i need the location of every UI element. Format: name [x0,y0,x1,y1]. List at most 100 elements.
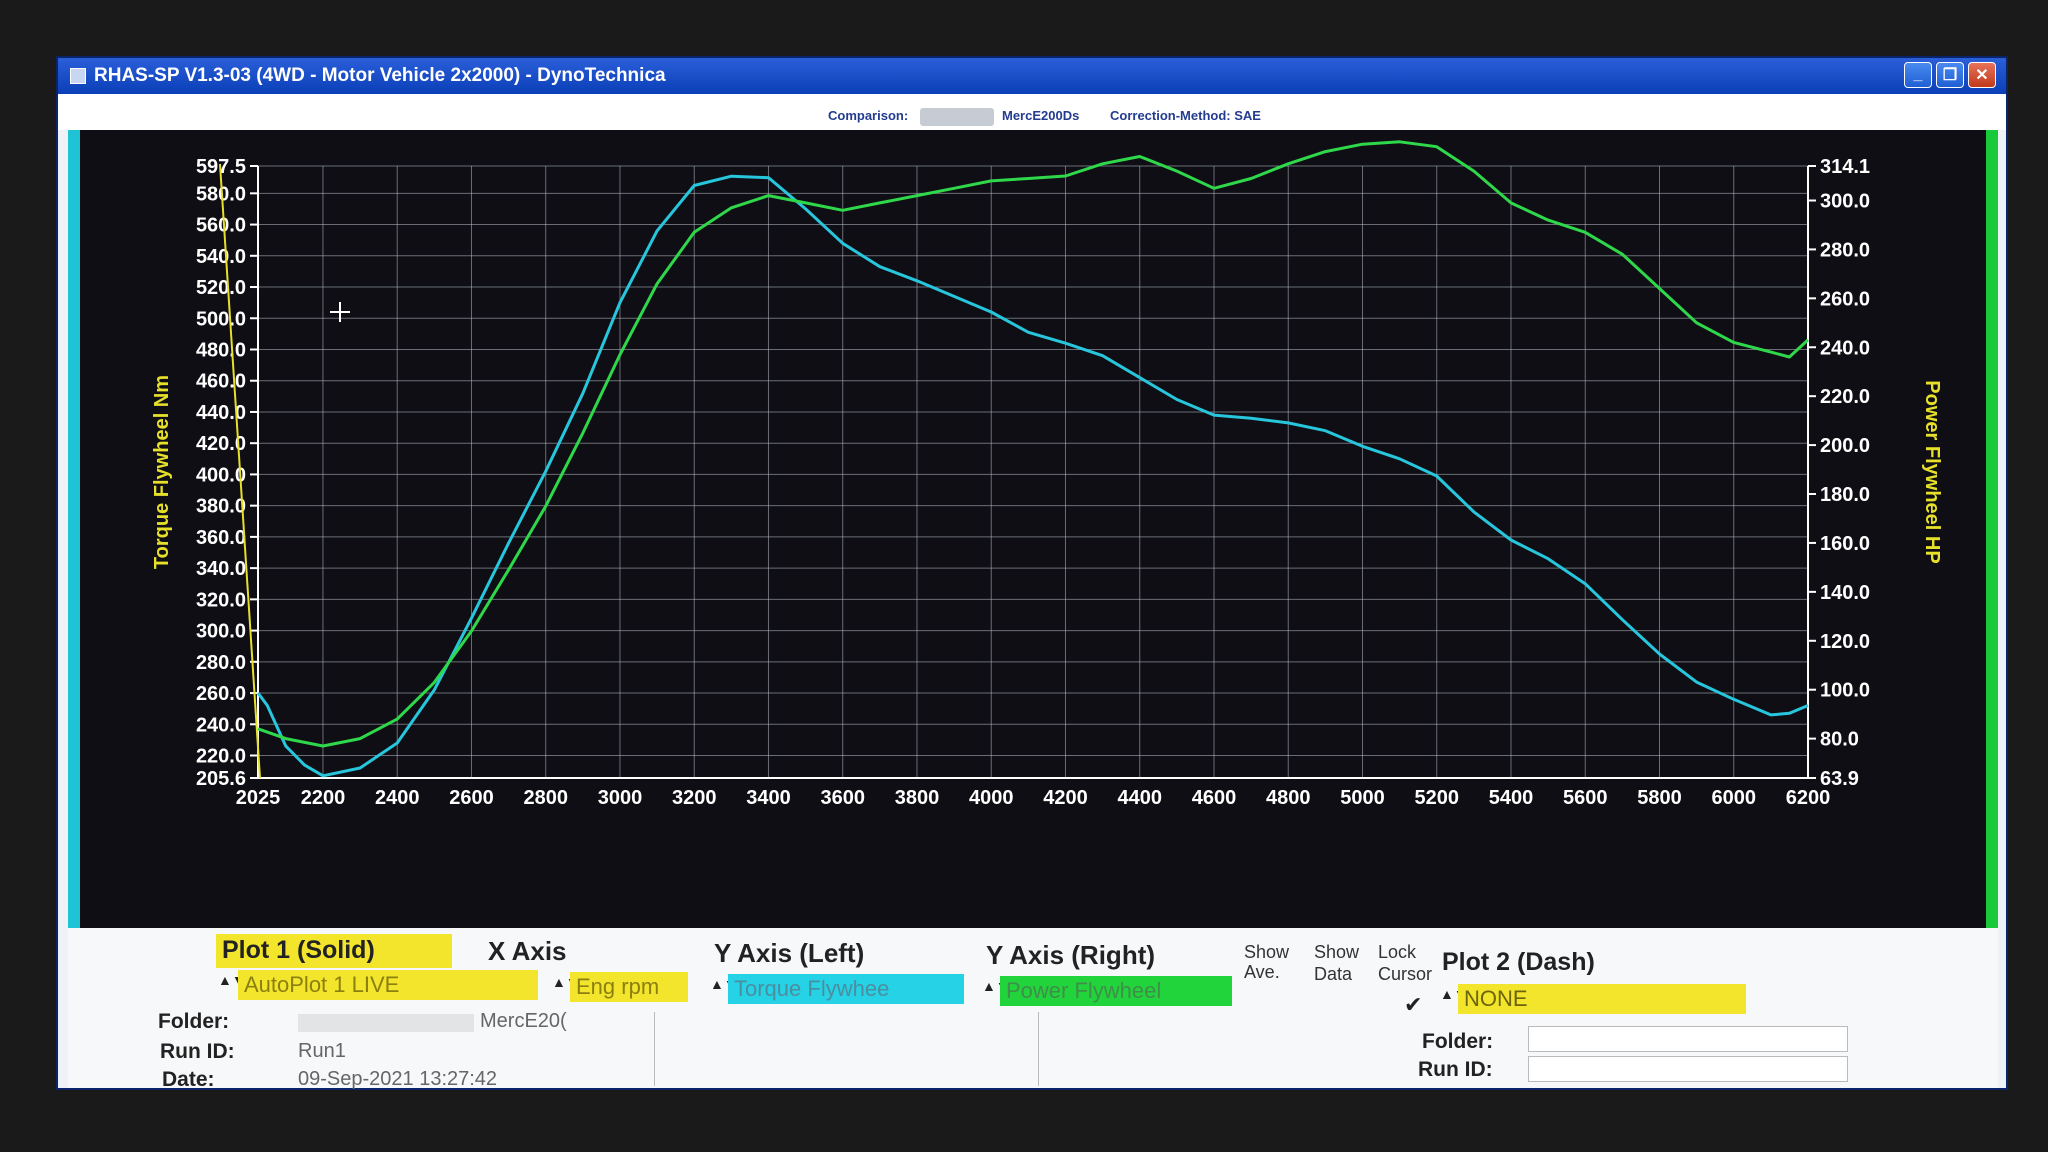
close-button[interactable]: ✕ [1968,62,1996,88]
y-left-tick-label-3: 540.0 [196,246,246,268]
y-left-tick-label-4: 520.0 [196,277,246,299]
y-right-tick-label-4: 240.0 [1820,337,1870,359]
x-tick-label-5: 3000 [598,787,643,809]
x-tick-label-12: 4400 [1117,787,1162,809]
show-data-label-line2: Data [1314,964,1353,984]
x-tick-label-10: 4000 [969,787,1014,809]
plot2-run-select-text: NONE [1464,986,1528,1011]
comparison-value: MercE200Ds [1002,108,1080,123]
x-tick-label-21: 6200 [1786,787,1831,809]
x-tick-label-18: 5600 [1563,787,1608,809]
plot1-run-select[interactable]: AutoPlot 1 LIVE [238,970,538,1000]
y-left-tick-label-17: 260.0 [196,683,246,705]
y-left-tick-label-15: 300.0 [196,621,246,643]
y-right-tick-label-3: 260.0 [1820,288,1870,310]
show-ave-label-line2: Ave. [1244,962,1280,982]
x-tick-label-9: 3800 [895,787,940,809]
y-left-tick-label-5: 500.0 [196,308,246,330]
y-right-tick-label-1: 300.0 [1820,190,1870,212]
y-axis-right-select-text: Power Flywheel [1006,978,1162,1003]
y-axis-right-spinner[interactable]: ▲▼ [982,979,1010,993]
y-left-tick-label-11: 380.0 [196,496,246,518]
plot2-run-id-label: Run ID: [1418,1058,1493,1081]
x-tick-label-13: 4600 [1192,787,1237,809]
y-axis-left-select-text: Torque Flywhee [734,976,890,1001]
dyno-chart[interactable]: 2025 2200 2400 2600 2800 3000 3200 3400 3600 3800… [68,130,1998,928]
y-right-tick-label-5: 220.0 [1820,386,1870,408]
info-strip: Comparison: MercE200Ds Correction-Method… [58,94,2006,130]
plot1-run-id-value: Run1 [298,1040,346,1062]
minimize-button[interactable]: _ [1904,62,1932,88]
y-right-tick-label-10: 120.0 [1820,631,1870,653]
plot-settings-panel: Plot 1 (Solid) ▲▼ AutoPlot 1 LIVE X Axis… [68,928,1998,1091]
x-tick-label-11: 4200 [1043,787,1088,809]
plot2-folder-field[interactable] [1528,1026,1848,1052]
app-icon [70,68,86,84]
title-bar[interactable]: RHAS-SP V1.3-03 (4WD - Motor Vehicle 2x2… [58,58,2006,94]
x-tick-label-2: 2400 [375,787,420,809]
x-tick-label-3: 2600 [449,787,494,809]
x-axis-select-text: Eng rpm [576,974,660,999]
x-axis-select[interactable]: Eng rpm [570,972,688,1002]
restore-button[interactable]: ❐ [1936,62,1964,88]
y-left-tick-label-7: 460.0 [196,371,246,393]
comparison-label: Comparison: [828,108,909,123]
y-axis-left-spinner[interactable]: ▲▼ [710,977,738,991]
y-right-tick-label-7: 180.0 [1820,484,1870,506]
x-tick-label-0: 2025 [236,787,281,809]
lock-cursor-label-line2: Cursor [1378,964,1433,984]
y-right-tick-label-6: 200.0 [1820,435,1870,457]
plot2-folder-label: Folder: [1422,1030,1494,1053]
plot1-run-id-label: Run ID: [160,1040,235,1063]
plot1-spinner[interactable]: ▲▼ [218,973,246,987]
y-right-axis-title: Power Flywheel HP [1921,380,1943,563]
y-right-tick-label-2: 280.0 [1820,239,1870,261]
y-left-tick-label-12: 360.0 [196,527,246,549]
y-left-tick-label-16: 280.0 [196,652,246,674]
plot1-date-label: Date: [162,1068,215,1091]
y-axis-right-select[interactable]: Power Flywheel [1000,976,1232,1006]
y-right-tick-label-0: 314.1 [1820,156,1870,178]
y-left-tick-label-6: 480.0 [196,339,246,361]
x-tick-label-19: 5800 [1637,787,1682,809]
window-title: RHAS-SP V1.3-03 (4WD - Motor Vehicle 2x2… [94,65,666,86]
x-axis-spinner[interactable]: ▲▼ [552,975,580,989]
y-axis-right-title: Y Axis (Right) [986,940,1156,970]
x-tick-label-14: 4800 [1266,787,1311,809]
plot1-folder-redacted [298,1014,474,1032]
chart-svg[interactable]: 2025 2200 2400 2600 2800 3000 3200 3400 3600 3800… [68,130,1998,928]
plot2-title: Plot 2 (Dash) [1442,948,1595,976]
x-tick-label-1: 2200 [301,787,346,809]
x-tick-label-6: 3200 [672,787,717,809]
y-right-tick-label-8: 160.0 [1820,533,1870,555]
plot2-run-select[interactable]: NONE [1458,984,1746,1014]
y-right-tick-label-13: 63.9 [1820,768,1859,790]
y-left-tick-label-18: 240.0 [196,714,246,736]
lock-cursor-label-line1: Lock [1378,942,1417,962]
y-left-axis-title: Torque Flywheel Nm [151,375,173,569]
y-axis-left-select[interactable]: Torque Flywhee [728,974,964,1004]
plot1-title: Plot 1 (Solid) [222,936,375,964]
plot2-run-id-field[interactable] [1528,1056,1848,1082]
y-right-tick-label-9: 140.0 [1820,582,1870,604]
series-line-power [257,140,1810,748]
plot2-spinner[interactable]: ▲▼ [1440,987,1468,1001]
show-data-label-line1: Show [1314,942,1360,962]
x-tick-label-8: 3600 [820,787,865,809]
y-left-tick-label-14: 320.0 [196,589,246,611]
plot1-run-select-text: AutoPlot 1 LIVE [244,972,400,997]
correction-method: Correction-Method: SAE [1110,108,1261,123]
x-tick-label-17: 5400 [1489,787,1534,809]
comparison-redacted [920,108,994,126]
x-tick-label-16: 5200 [1414,787,1459,809]
panel-divider-1 [654,1012,655,1086]
y-left-tick-label-10: 400.0 [196,464,246,486]
y-left-tick-label-20: 205.6 [196,768,246,790]
y-left-tick-label-8: 440.0 [196,402,246,424]
y-left-tick-label-2: 560.0 [196,215,246,237]
y-left-tick-label-19: 220.0 [196,746,246,768]
x-tick-label-20: 6000 [1711,787,1756,809]
show-ave-label-line1: Show [1244,942,1290,962]
plot1-folder-label: Folder: [158,1010,230,1033]
lock-cursor-checkbox[interactable]: ✔ [1404,992,1422,1018]
